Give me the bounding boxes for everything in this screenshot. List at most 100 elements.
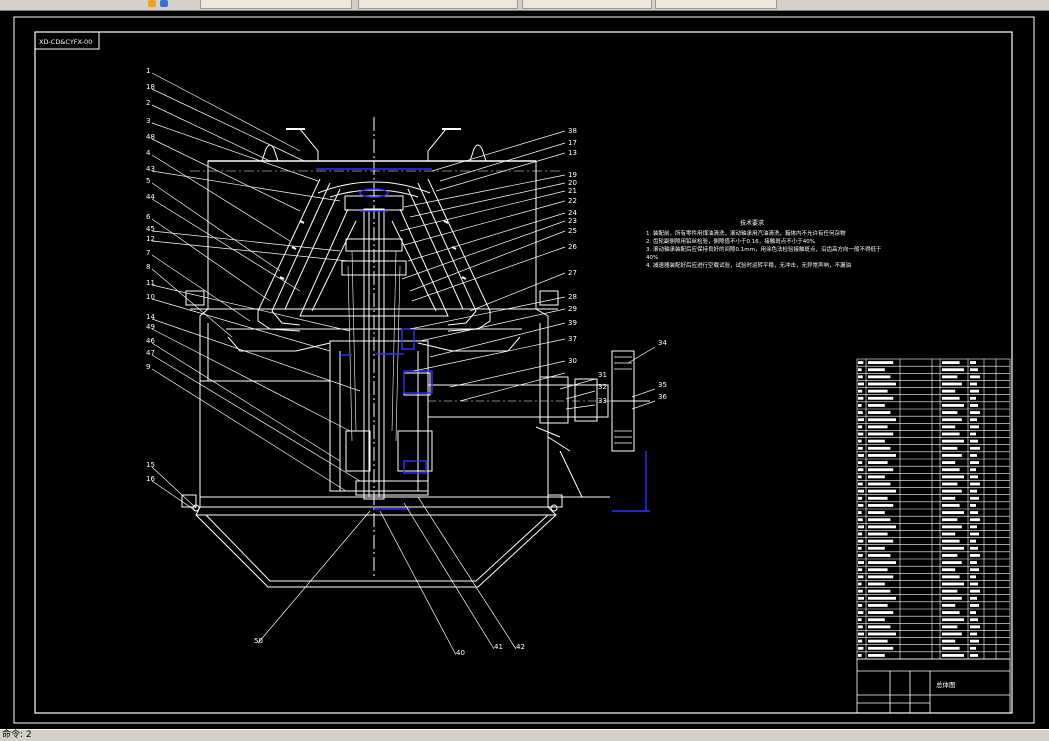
parts-list-cell-text xyxy=(868,611,894,614)
parts-list-cell-text xyxy=(858,632,864,636)
parts-list-cell-text xyxy=(868,425,888,429)
parts-list-cell-text xyxy=(868,589,891,593)
svg-text:50: 50 xyxy=(254,637,263,645)
parts-list-cell-text xyxy=(868,546,885,550)
parts-list-cell-text xyxy=(970,396,976,400)
parts-list-cell-text xyxy=(970,468,976,472)
svg-text:38: 38 xyxy=(568,127,577,135)
tech-note-line: 3. 滚动轴承装配后应保持良好的间隙0.1mm，用涂色法检验接触斑点，沿齿高方向… xyxy=(646,245,882,253)
parts-list-cell-text xyxy=(970,568,979,572)
parts-list-cell-text xyxy=(970,575,976,579)
parts-list-cell-text xyxy=(942,361,960,364)
parts-list-cell-text xyxy=(868,646,894,650)
parts-list-cell-text xyxy=(858,496,863,500)
parts-list-cell-text xyxy=(942,632,962,636)
parts-list-cell-text xyxy=(970,496,979,500)
parts-list-cell-text xyxy=(868,525,896,529)
parts-list-cell-text xyxy=(868,568,888,572)
parts-list-cell-text xyxy=(970,518,980,522)
svg-text:9: 9 xyxy=(146,363,150,371)
svg-text:10: 10 xyxy=(146,293,155,301)
parts-list-cell-text xyxy=(868,432,894,436)
parts-list-cell-text xyxy=(858,418,864,422)
parts-list-cell-text xyxy=(868,439,885,443)
parts-list-cell-text xyxy=(942,475,964,479)
svg-text:8: 8 xyxy=(146,263,150,271)
toolbar-icon-orange[interactable] xyxy=(148,0,156,7)
parts-list-cell-text xyxy=(942,496,956,500)
parts-list-cell-text xyxy=(868,461,888,464)
parts-list-cell-text xyxy=(942,518,958,522)
parts-list-cell-text xyxy=(858,646,864,650)
svg-text:26: 26 xyxy=(568,243,577,251)
parts-list-cell-text xyxy=(942,468,960,472)
parts-list-cell-text xyxy=(858,468,864,472)
parts-list-cell-text xyxy=(868,404,885,407)
parts-list-cell-text xyxy=(970,611,976,614)
tech-notes-heading: 技术要求 xyxy=(740,219,764,227)
parts-list-cell-text xyxy=(858,618,862,622)
parts-list-cell-text xyxy=(858,475,862,479)
parts-list-cell-text xyxy=(942,504,960,507)
toolbar-dropdown-1[interactable] xyxy=(200,0,352,9)
svg-text:45: 45 xyxy=(146,225,155,233)
svg-text:24: 24 xyxy=(568,209,577,217)
parts-list-cell-text xyxy=(868,496,888,500)
parts-list-cell-text xyxy=(868,375,891,379)
parts-list-cell-text xyxy=(868,361,894,364)
parts-list-cell-text xyxy=(868,475,885,479)
parts-list-cell-text xyxy=(970,525,977,529)
parts-list-cell-text xyxy=(942,368,964,372)
svg-text:22: 22 xyxy=(568,197,577,205)
parts-list-cell-text xyxy=(942,454,962,457)
svg-text:6: 6 xyxy=(146,213,151,221)
parts-list-cell-text xyxy=(858,604,863,607)
parts-list-cell-text xyxy=(858,611,864,614)
svg-text:46: 46 xyxy=(146,337,155,345)
toolbar-dropdown-2[interactable] xyxy=(358,0,518,9)
parts-list-cell-text xyxy=(858,582,862,586)
parts-list-cell-text xyxy=(942,554,958,557)
parts-list-cell-text xyxy=(942,625,958,629)
svg-text:18: 18 xyxy=(146,83,155,91)
tech-note-line: 40% xyxy=(646,255,658,261)
parts-list-cell-text xyxy=(868,382,896,386)
drawing-canvas[interactable]: XD-CD&CYFX-00 1 18 2 3 48 4 43 5 44 6 45… xyxy=(0,11,1049,729)
parts-list-cell-text xyxy=(942,532,956,536)
parts-list-cell-text xyxy=(858,532,863,536)
toolbar-icon-blue[interactable] xyxy=(160,0,168,7)
svg-text:2: 2 xyxy=(146,99,150,107)
parts-list-cell-text xyxy=(970,425,979,429)
parts-list-cell-text xyxy=(970,454,977,457)
parts-list-cell-text xyxy=(858,596,864,600)
parts-list-cell-text xyxy=(868,489,896,493)
parts-list-cell-text xyxy=(942,425,956,429)
tech-note-line: 2. 齿轮副侧隙用铅丝检验，侧隙值不小于0.16，接触斑点不小于40% xyxy=(646,237,815,245)
parts-list-cell-text xyxy=(970,654,978,657)
parts-list-cell-text xyxy=(942,382,962,386)
svg-text:21: 21 xyxy=(568,187,577,195)
parts-list-cell-text xyxy=(868,632,896,636)
parts-list-cell-text xyxy=(858,361,864,364)
parts-list-cell-text xyxy=(858,382,864,386)
svg-text:5: 5 xyxy=(146,177,150,185)
toolbar-dropdown-4[interactable] xyxy=(655,0,777,9)
parts-list-cell-text xyxy=(858,482,863,486)
parts-list-cell-text xyxy=(970,411,980,414)
toolbar-dropdown-3[interactable] xyxy=(522,0,652,9)
parts-list-cell-text xyxy=(970,432,976,436)
parts-list-cell-text xyxy=(942,568,956,572)
parts-list-cell-text xyxy=(942,418,962,422)
parts-list-cell-text xyxy=(970,404,978,407)
parts-list-cell-text xyxy=(868,518,891,522)
parts-list-cell-text xyxy=(942,461,956,464)
parts-list-cell-text xyxy=(970,475,978,479)
parts-list-cell-text xyxy=(942,575,960,579)
parts-list-cell-text xyxy=(942,482,958,486)
svg-text:12: 12 xyxy=(146,235,155,243)
parts-list-cell-text xyxy=(858,625,863,629)
parts-list-cell-text xyxy=(970,361,976,364)
parts-list-cell-text xyxy=(970,446,980,450)
tech-note-line: 4. 减速器装配好后应进行空载试验，试验时运转平稳，无冲击，无异常声响，不漏油 xyxy=(646,261,851,269)
parts-list-cell-text xyxy=(942,539,960,543)
